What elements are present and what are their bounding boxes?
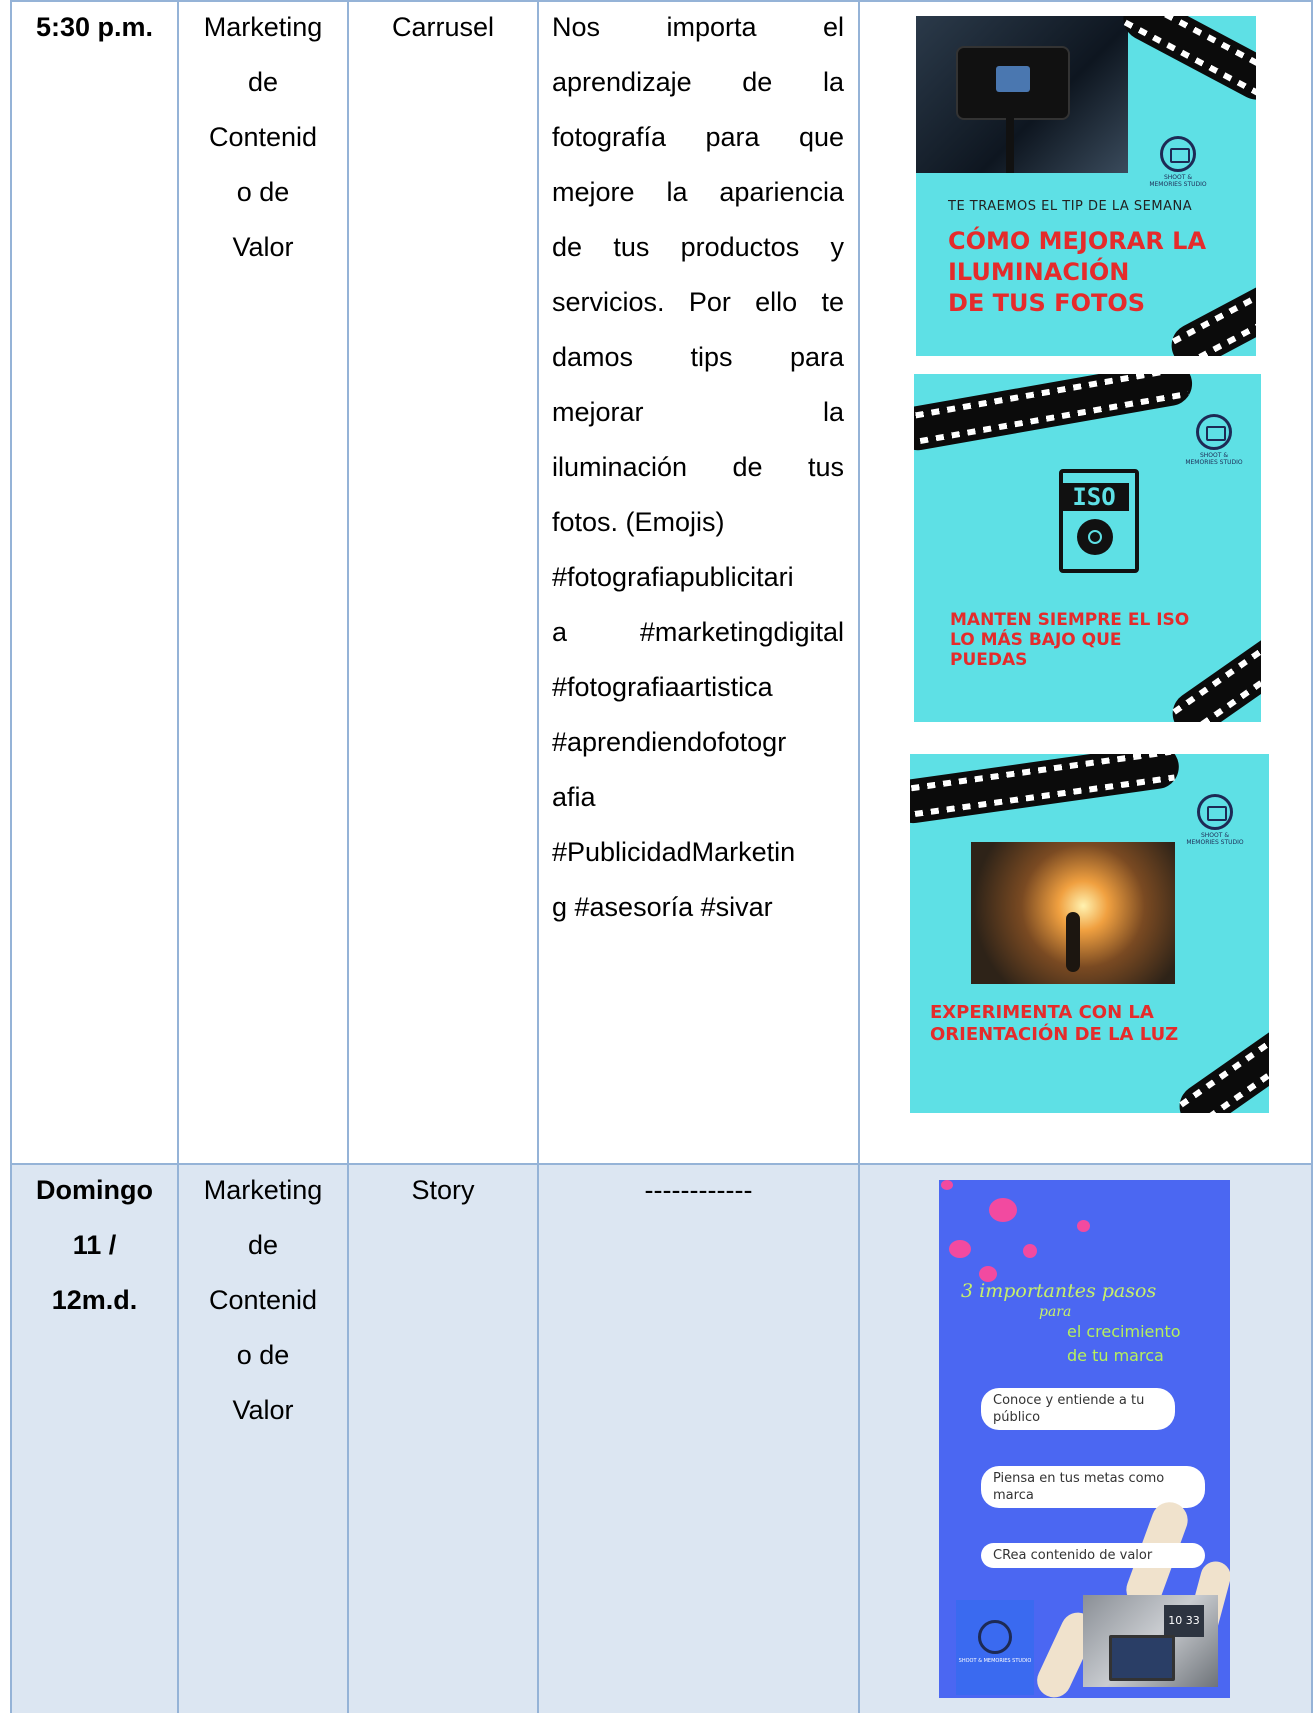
table-border-left: [10, 0, 12, 1713]
row1-format: Carrusel: [349, 0, 537, 55]
copy-line: de tus productos y: [552, 232, 844, 262]
table-border-right: [1311, 0, 1313, 1713]
slide-headline: MANTEN SIEMPRE EL ISO LO MÁS BAJO QUE PU…: [950, 610, 1190, 670]
table-border-col2: [347, 0, 349, 1713]
copy-line: g #asesoría #sivar: [552, 892, 773, 922]
decorative-dot: [989, 1198, 1017, 1222]
story-logo-tile: SHOOT & MEMORIES STUDIO: [956, 1600, 1034, 1695]
decorative-dot: [941, 1180, 953, 1190]
row2-format: Story: [349, 1163, 537, 1218]
row2-category-line: Contenid: [208, 1285, 318, 1315]
iso-file-icon: ISO: [1059, 469, 1139, 573]
story-title: 3 importantes pasos: [961, 1280, 1157, 1302]
row2-category-line: de: [247, 1230, 279, 1260]
story-subtitle: el crecimiento: [1067, 1322, 1181, 1341]
row1-category-line: Valor: [232, 232, 294, 262]
row1-category-line: de: [247, 67, 279, 97]
story-subtitle: de tu marca: [1067, 1346, 1164, 1365]
copy-line: afia: [552, 782, 596, 812]
carousel-slide-1: SHOOT & MEMORIES STUDIO TE TRAEMOS EL TI…: [916, 16, 1256, 356]
row2-time: Domingo 11 / 12m.d.: [12, 1163, 177, 1328]
studio-logo: SHOOT & MEMORIES STUDIO: [1185, 794, 1245, 846]
copy-line: fotos. (Emojis): [552, 507, 725, 537]
row2-copy-placeholder: ------------: [644, 1175, 753, 1205]
row1-category-line: o de: [236, 177, 290, 207]
camera-icon: [956, 46, 1070, 120]
story-step: Conoce y entiende a tu público: [981, 1388, 1175, 1430]
copy-line: servicios. Por ello te: [552, 287, 844, 317]
laptop-photo: 10 33: [1083, 1595, 1218, 1687]
copy-line: aprendizaje de la: [552, 67, 844, 97]
copy-line: Nos importa el: [552, 12, 844, 42]
story-step: CRea contenido de valor: [981, 1543, 1205, 1568]
copy-line: iluminación de tus: [552, 452, 844, 482]
row1-category: Marketing de Contenid o de Valor: [179, 0, 347, 275]
copy-line: damos tips para: [552, 342, 844, 372]
table-border-col4: [858, 0, 860, 1713]
film-strip-top: [910, 754, 1182, 826]
slide-headline: CÓMO MEJORAR LA ILUMINACIÓN DE TUS FOTOS: [948, 227, 1207, 317]
row2-category: Marketing de Contenid o de Valor: [179, 1163, 347, 1438]
camera-photo: [916, 16, 1128, 173]
row2-category-line: Valor: [232, 1395, 294, 1425]
row2-copy: ------------: [539, 1163, 858, 1218]
film-strip-bottom: [1170, 1014, 1269, 1113]
film-strip-top: [914, 374, 1196, 454]
row1-copy: Nos importa el aprendizaje de la fotogra…: [552, 0, 844, 935]
carousel-slide-3: SHOOT & MEMORIES STUDIO EXPERIMENTA CON …: [910, 754, 1269, 1113]
row1-category-line: Marketing: [203, 12, 323, 42]
copy-line: #fotografiapublicitari: [552, 562, 794, 592]
row1-time-line: 5:30 p.m.: [35, 12, 154, 42]
film-strip-top: [1115, 16, 1256, 108]
table-border-col3: [537, 0, 539, 1713]
studio-logo: SHOOT & MEMORIES STUDIO: [1148, 136, 1208, 188]
decorative-dot: [1023, 1244, 1037, 1258]
row2-category-line: o de: [236, 1340, 290, 1370]
row2-format-label: Story: [411, 1175, 475, 1205]
copy-line: mejore la apariencia: [552, 177, 844, 207]
row1-time: 5:30 p.m.: [12, 0, 177, 55]
decorative-dot: [949, 1240, 971, 1258]
row2-category-line: Marketing: [203, 1175, 323, 1205]
copy-line: a #marketingdigital: [552, 617, 844, 647]
decorative-dot: [1077, 1220, 1090, 1232]
slide-kicker: TE TRAEMOS EL TIP DE LA SEMANA: [948, 199, 1193, 214]
story-image: 3 importantes pasos para el crecimiento …: [939, 1180, 1230, 1698]
copy-line: mejorar la: [552, 397, 844, 427]
forest-light-photo: [971, 842, 1175, 984]
copy-line: #aprendiendofotogr: [552, 727, 787, 757]
row1-category-line: Contenid: [208, 122, 318, 152]
carousel-slide-2: SHOOT & MEMORIES STUDIO ISO MANTEN SIEMP…: [914, 374, 1261, 722]
row2-time-line: 11 /: [72, 1230, 117, 1260]
studio-logo: SHOOT & MEMORIES STUDIO: [1184, 414, 1244, 466]
copy-line: fotografía para que: [552, 122, 844, 152]
row2-time-line: 12m.d.: [51, 1285, 138, 1315]
row2-time-line: Domingo: [36, 1175, 153, 1205]
slide-headline: EXPERIMENTA CON LA ORIENTACIÓN DE LA LUZ: [930, 1002, 1179, 1045]
copy-line: #PublicidadMarketin: [552, 837, 796, 867]
row1-format-label: Carrusel: [391, 12, 495, 42]
copy-line: #fotografiaartistica: [552, 672, 773, 702]
story-subtitle-para: para: [1039, 1304, 1072, 1320]
